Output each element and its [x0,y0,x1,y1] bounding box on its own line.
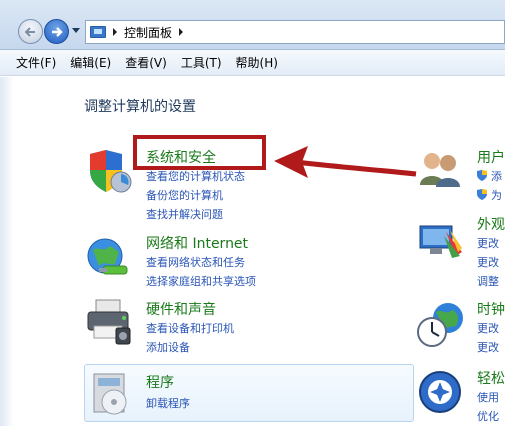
user-accounts-icon[interactable] [416,149,464,189]
link-uninstall-program[interactable]: 卸载程序 [146,395,190,411]
link-backup-computer[interactable]: 备份您的计算机 [146,187,223,203]
breadcrumb-separator-icon[interactable] [113,28,117,36]
category-clock-region[interactable]: 时钟 [477,299,505,319]
category-ease-of-access[interactable]: 轻松 [477,368,505,388]
menu-bar: 文件(F) 编辑(E) 查看(V) 工具(T) 帮助(H) [0,50,505,76]
link-troubleshoot[interactable]: 查找并解决问题 [146,206,223,222]
recent-pages-dropdown[interactable] [72,28,80,33]
category-user-accounts[interactable]: 用户 [477,147,505,167]
link-appearance-1[interactable]: 更改 [477,235,499,251]
link-appearance-3[interactable]: 调整 [477,273,499,289]
forward-arrow-icon [52,27,63,37]
back-arrow-icon [24,27,35,37]
ease-of-access-icon[interactable] [416,368,464,416]
category-appearance[interactable]: 外观 [477,214,505,234]
programs-icon[interactable] [90,370,134,418]
link-appearance-2[interactable]: 更改 [477,254,499,270]
breadcrumb-separator-icon[interactable] [179,28,184,36]
link-ease-2[interactable]: 优化 [477,408,499,424]
link-network-status[interactable]: 查看网络状态和任务 [146,254,245,270]
forward-button[interactable] [44,19,69,44]
hardware-sound-icon[interactable] [86,298,134,346]
uac-shield-icon [477,189,487,200]
appearance-icon[interactable] [416,222,464,262]
menu-edit[interactable]: 编辑(E) [70,54,111,71]
category-programs[interactable]: 程序 [146,372,174,392]
link-homegroup-sharing[interactable]: 选择家庭组和共享选项 [146,273,256,289]
red-arrow-icon [274,146,417,178]
menu-file[interactable]: 文件(F) [16,54,56,71]
control-panel-icon [90,26,106,38]
category-network-internet[interactable]: 网络和 Internet [146,233,248,253]
link-clock-1[interactable]: 更改 [477,320,499,336]
menu-view[interactable]: 查看(V) [125,54,167,71]
link-ease-1[interactable]: 使用 [477,389,499,405]
link-devices-printers[interactable]: 查看设备和打印机 [146,320,234,336]
menu-help[interactable]: 帮助(H) [236,54,278,71]
page-title: 调整计算机的设置 [84,99,196,115]
highlight-box [133,135,266,170]
menu-tools[interactable]: 工具(T) [181,54,222,71]
clock-region-icon[interactable] [416,300,466,348]
category-hardware-sound[interactable]: 硬件和声音 [146,299,216,319]
network-internet-icon[interactable] [85,236,131,280]
address-box[interactable]: 控制面板 [85,20,505,44]
address-bar-area: 控制面板 [0,0,505,50]
uac-shield-icon [477,170,487,181]
link-add-device[interactable]: 添加设备 [146,339,190,355]
system-security-icon[interactable] [86,148,134,196]
breadcrumb-control-panel[interactable]: 控制面板 [124,24,172,41]
link-user-for[interactable]: 为 [491,187,502,203]
back-button[interactable] [18,19,43,44]
link-view-computer-status[interactable]: 查看您的计算机状态 [146,168,245,184]
link-user-add[interactable]: 添 [491,168,502,184]
link-clock-2[interactable]: 更改 [477,339,499,355]
